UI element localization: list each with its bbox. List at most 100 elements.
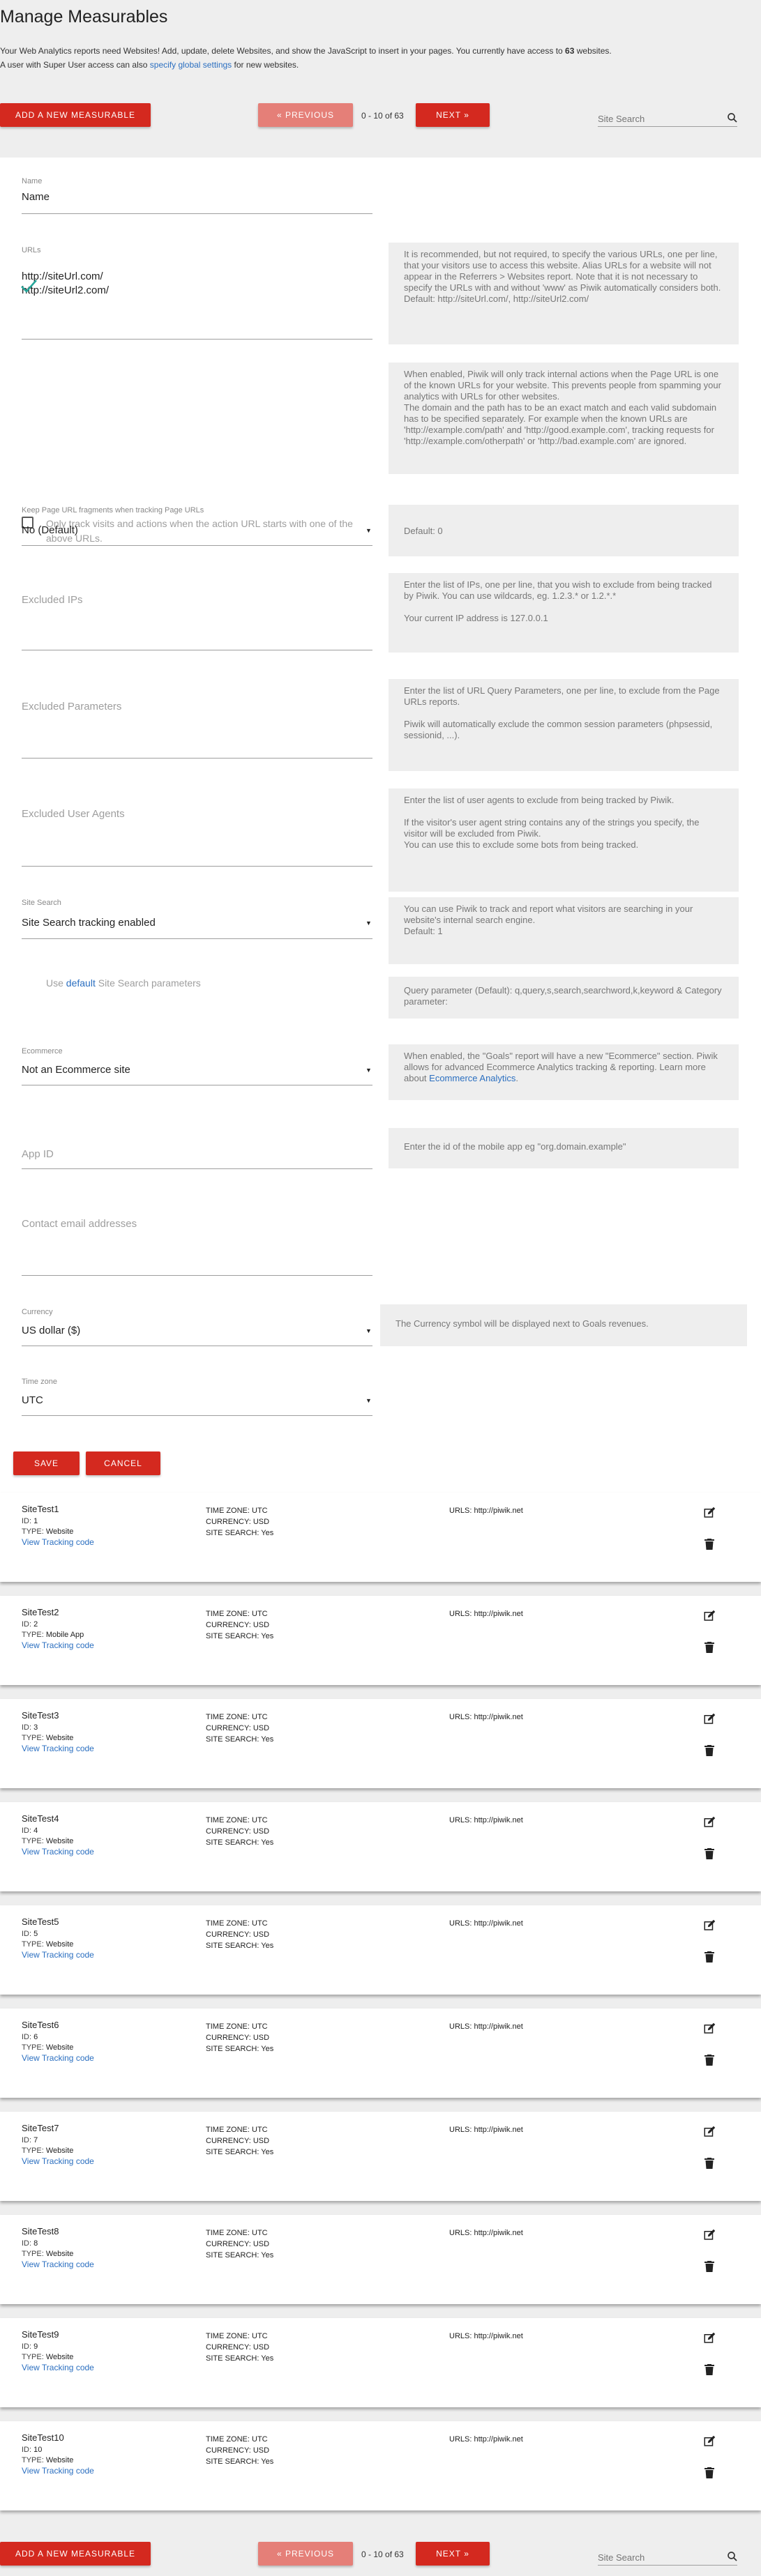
trash-icon[interactable] xyxy=(705,1642,714,1653)
site-sitesearch: SITE SEARCH: Yes xyxy=(206,2457,273,2466)
trash-icon[interactable] xyxy=(705,1951,714,1963)
site-timezone-value: UTC xyxy=(252,1713,268,1721)
site-id-label: ID: xyxy=(22,1723,32,1732)
edit-icon[interactable] xyxy=(703,2229,716,2241)
edit-icon[interactable] xyxy=(703,1919,716,1932)
ecommerce-select[interactable]: Not an Ecommerce site xyxy=(22,1063,130,1077)
trash-icon[interactable] xyxy=(705,2055,714,2066)
only-track-label[interactable]: Only track visits and actions when the a… xyxy=(46,517,371,546)
edit-icon[interactable] xyxy=(703,2435,716,2448)
trash-icon[interactable] xyxy=(705,1848,714,1859)
site-search-underline xyxy=(22,938,372,939)
urls-help-text: It is recommended, but not required, to … xyxy=(404,249,721,293)
site-currency: CURRENCY: USD xyxy=(206,1518,269,1526)
checkmark-icon[interactable] xyxy=(20,277,38,294)
app-id-help: Enter the id of the mobile app eg "org.d… xyxy=(389,1128,739,1168)
site-currency-value: USD xyxy=(253,1724,270,1732)
caret-down-icon: ▼ xyxy=(366,1397,372,1404)
site-type: TYPE: Website xyxy=(22,2250,73,2258)
site-search-select[interactable]: Site Search tracking enabled xyxy=(22,916,156,930)
app-id-help-text: Enter the id of the mobile app eg "org.d… xyxy=(404,1141,626,1152)
site-id: ID: 8 xyxy=(22,2239,38,2248)
trash-icon[interactable] xyxy=(705,1539,714,1550)
site-id-label: ID: xyxy=(22,2033,32,2041)
trash-icon[interactable] xyxy=(705,1745,714,1756)
trash-icon[interactable] xyxy=(705,2261,714,2272)
excluded-ips-help-text: Enter the list of IPs, one per line, tha… xyxy=(404,579,712,601)
view-tracking-code-link[interactable]: View Tracking code xyxy=(22,1744,94,1753)
site-currency-value: USD xyxy=(253,1518,270,1526)
excluded-ips-field[interactable]: Excluded IPs xyxy=(22,594,83,606)
search-icon[interactable] xyxy=(726,112,739,124)
fragments-select[interactable]: No (Default) xyxy=(22,524,78,538)
previous-page-button-bottom[interactable]: « PREVIOUS xyxy=(258,2542,353,2566)
save-button[interactable]: SAVE xyxy=(13,1451,80,1475)
site-search-input[interactable] xyxy=(598,107,737,127)
timezone-select[interactable]: UTC xyxy=(22,1394,43,1408)
add-measurable-button-bottom[interactable]: ADD A NEW MEASURABLE xyxy=(0,2542,151,2566)
site-sitesearch-label: SITE SEARCH: xyxy=(206,1632,259,1640)
currency-select[interactable]: US dollar ($) xyxy=(22,1324,80,1338)
contact-emails-field[interactable]: Contact email addresses xyxy=(22,1218,137,1230)
edit-icon[interactable] xyxy=(703,1507,716,1519)
app-id-field[interactable]: App ID xyxy=(22,1148,54,1160)
currency-label: Currency xyxy=(22,1308,53,1316)
default-params-label[interactable]: Use default Site Search parameters xyxy=(46,977,201,989)
site-sitesearch: SITE SEARCH: Yes xyxy=(206,2045,273,2053)
site-urls-value: http://piwik.net xyxy=(474,2022,523,2031)
site-currency-value: USD xyxy=(253,1621,270,1629)
cancel-button[interactable]: CANCEL xyxy=(86,1451,160,1475)
site-currency: CURRENCY: USD xyxy=(206,1930,269,1939)
site-card: SiteTest7 ID: 7 TYPE: Website View Tracking… xyxy=(0,2112,761,2201)
view-tracking-code-link[interactable]: View Tracking code xyxy=(22,2466,94,2476)
trash-icon[interactable] xyxy=(705,2467,714,2478)
edit-icon[interactable] xyxy=(703,2022,716,2035)
current-ip-text: Your current IP address is 127.0.0.1 xyxy=(404,613,548,623)
trash-icon[interactable] xyxy=(705,2158,714,2169)
site-currency: CURRENCY: USD xyxy=(206,2446,269,2455)
edit-icon[interactable] xyxy=(703,2126,716,2138)
excluded-ua-field[interactable]: Excluded User Agents xyxy=(22,808,125,820)
previous-page-button[interactable]: « PREVIOUS xyxy=(258,103,353,127)
next-page-button-bottom[interactable]: NEXT » xyxy=(416,2542,490,2566)
edit-icon[interactable] xyxy=(703,1610,716,1622)
ecommerce-analytics-link[interactable]: Ecommerce Analytics xyxy=(429,1073,515,1083)
name-input[interactable]: Name xyxy=(22,190,50,204)
site-id-value: 9 xyxy=(33,2342,38,2351)
site-urls-label: URLS: xyxy=(449,2435,472,2444)
site-timezone-value: UTC xyxy=(252,1610,268,1618)
view-tracking-code-link[interactable]: View Tracking code xyxy=(22,1640,94,1650)
search-icon[interactable] xyxy=(726,2550,739,2563)
next-page-button[interactable]: NEXT » xyxy=(416,103,490,127)
default-params-link[interactable]: default xyxy=(66,977,96,989)
site-id-label: ID: xyxy=(22,1620,32,1629)
view-tracking-code-link[interactable]: View Tracking code xyxy=(22,1950,94,1960)
edit-icon[interactable] xyxy=(703,1816,716,1829)
site-type-value: Website xyxy=(45,2250,74,2258)
site-type-label: TYPE: xyxy=(22,2353,44,2361)
view-tracking-code-link[interactable]: View Tracking code xyxy=(22,2363,94,2372)
default-params-a: Use xyxy=(46,977,66,989)
view-tracking-code-link[interactable]: View Tracking code xyxy=(22,2259,94,2269)
global-settings-link[interactable]: specify global settings xyxy=(150,60,232,70)
site-sitesearch: SITE SEARCH: Yes xyxy=(206,1942,273,1950)
site-currency-label: CURRENCY: xyxy=(206,2240,251,2248)
view-tracking-code-link[interactable]: View Tracking code xyxy=(22,2156,94,2166)
trash-icon[interactable] xyxy=(705,2364,714,2375)
view-tracking-code-link[interactable]: View Tracking code xyxy=(22,1537,94,1547)
view-tracking-code-link[interactable]: View Tracking code xyxy=(22,1847,94,1857)
site-id: ID: 2 xyxy=(22,1620,38,1629)
edit-icon[interactable] xyxy=(703,1713,716,1725)
fragments-label: Keep Page URL fragments when tracking Pa… xyxy=(22,506,204,515)
site-name: SiteTest4 xyxy=(22,1813,59,1824)
edit-icon[interactable] xyxy=(703,2332,716,2345)
site-type-label: TYPE: xyxy=(22,2250,44,2258)
site-urls-label: URLS: xyxy=(449,2126,472,2134)
site-sitesearch-label: SITE SEARCH: xyxy=(206,1735,259,1744)
excluded-params-field[interactable]: Excluded Parameters xyxy=(22,701,121,712)
site-type: TYPE: Website xyxy=(22,2043,73,2052)
view-tracking-code-link[interactable]: View Tracking code xyxy=(22,2053,94,2063)
site-id: ID: 3 xyxy=(22,1723,38,1732)
site-search-input-bottom[interactable] xyxy=(598,2546,737,2566)
add-measurable-button[interactable]: ADD A NEW MEASURABLE xyxy=(0,103,151,127)
